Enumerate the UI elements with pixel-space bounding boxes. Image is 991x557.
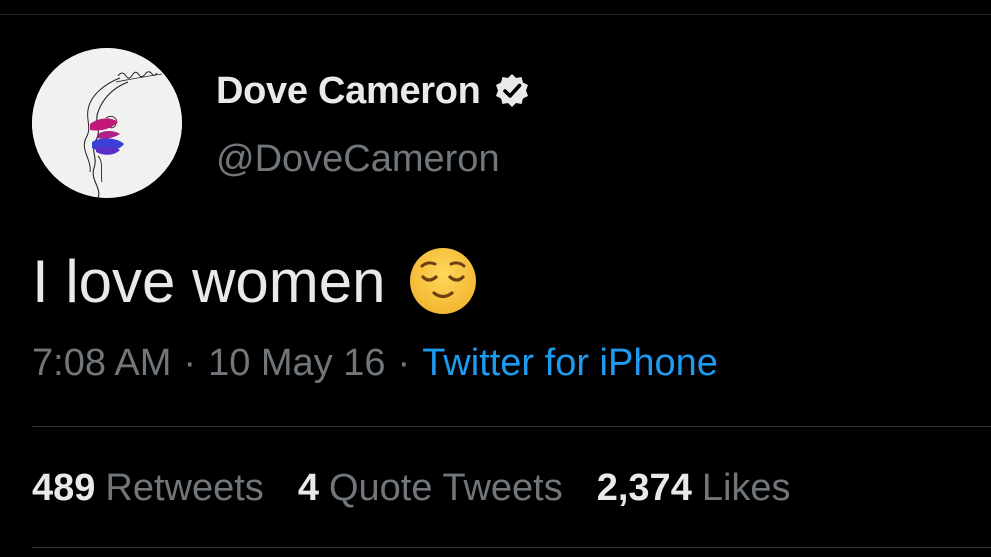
stats-bottom-divider (32, 547, 991, 548)
likes-count: 2,374 (596, 467, 692, 509)
quote-tweets-label: Quote Tweets (328, 467, 563, 509)
tweet-source-link[interactable]: Twitter for iPhone (422, 342, 718, 384)
stats-top-divider (32, 426, 991, 427)
tweet-stats: 489 Retweets 4 Quote Tweets 2,374 Likes (32, 467, 825, 510)
author-name-row[interactable]: Dove Cameron (216, 66, 531, 116)
tweet-meta: 7:08 AM · 10 May 16 · Twitter for iPhone (32, 342, 718, 385)
quote-tweets-count: 4 (297, 467, 319, 509)
meta-separator: · (397, 342, 411, 384)
author-handle[interactable]: @DoveCameron (216, 138, 500, 181)
top-divider (0, 14, 991, 15)
retweets-label: Retweets (105, 467, 264, 509)
tweet-time[interactable]: 7:08 AM (32, 342, 171, 384)
retweets-stat[interactable]: 489 Retweets (32, 467, 264, 510)
likes-label: Likes (701, 467, 791, 509)
author-display-name[interactable]: Dove Cameron (216, 70, 481, 113)
meta-separator: · (183, 342, 197, 384)
tweet-date[interactable]: 10 May 16 (208, 342, 385, 384)
verified-badge-icon (493, 72, 531, 110)
line-art-kiss-avatar-icon (32, 48, 182, 198)
tweet-text: I love women (32, 247, 386, 315)
retweets-count: 489 (32, 467, 96, 509)
likes-stat[interactable]: 2,374 Likes (597, 467, 791, 510)
avatar[interactable] (32, 48, 182, 198)
tweet-body: I love women (32, 246, 478, 316)
relieved-face-emoji-icon (408, 246, 478, 316)
quote-tweets-stat[interactable]: 4 Quote Tweets (298, 467, 563, 510)
